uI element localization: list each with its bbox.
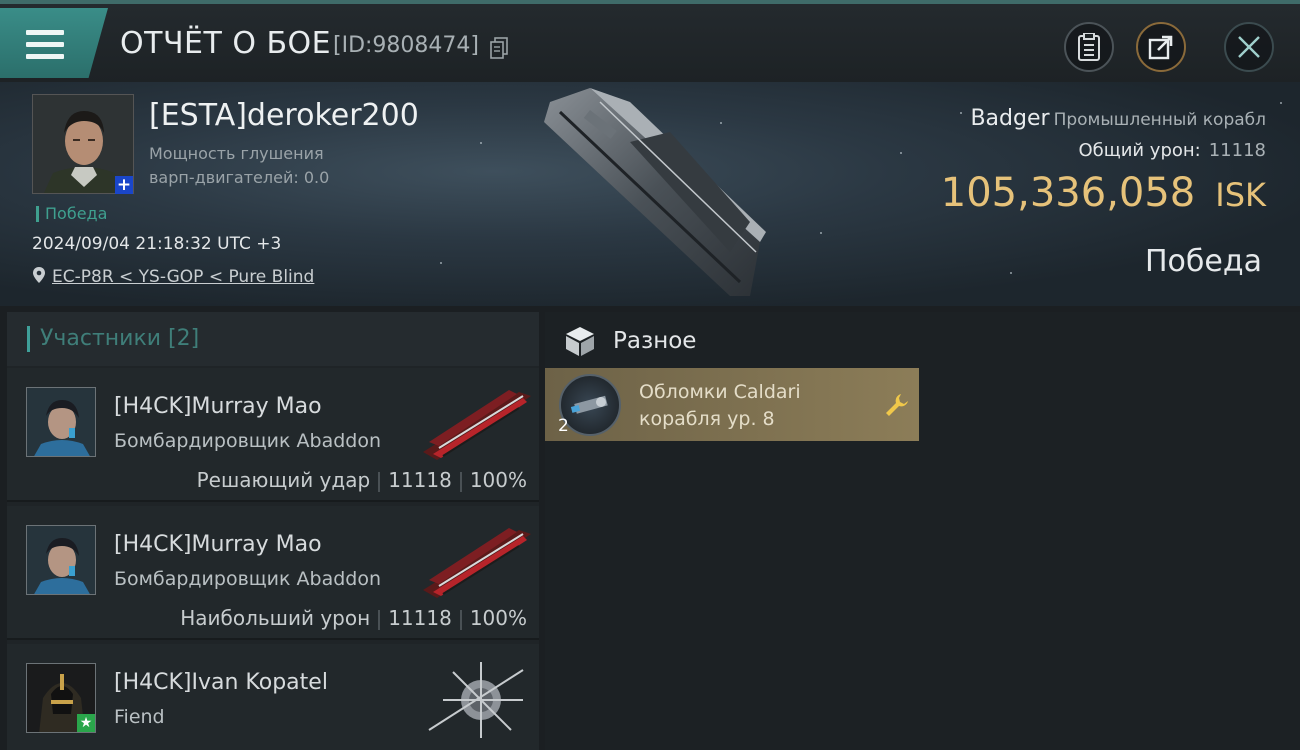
plus-badge-icon: + bbox=[115, 175, 133, 195]
participant-card[interactable]: [H4CK]Murray Mao Бомбардировщик Abaddon … bbox=[7, 368, 539, 502]
total-damage-value: 11118 bbox=[1208, 140, 1266, 161]
participant-damage: 11118 bbox=[388, 606, 452, 630]
copy-icon[interactable] bbox=[490, 37, 508, 59]
total-damage: Общий урон: 11118 bbox=[1078, 140, 1266, 161]
participant-ship-image bbox=[428, 662, 524, 738]
participant-percent: 100% bbox=[469, 606, 527, 630]
close-icon bbox=[1238, 36, 1260, 58]
victim-ship-name[interactable]: Badger bbox=[970, 106, 1049, 131]
participants-header: Участники [2] bbox=[7, 312, 539, 366]
jam-strength-label: Мощность глушения bbox=[149, 144, 324, 163]
menu-button[interactable] bbox=[0, 8, 108, 78]
participant-role: Решающий удар bbox=[196, 468, 371, 492]
wrench-icon[interactable] bbox=[883, 392, 909, 418]
share-icon bbox=[1148, 35, 1173, 60]
participant-avatar[interactable] bbox=[26, 387, 96, 457]
isk-amount: 105,336,058 bbox=[940, 170, 1196, 216]
hamburger-menu-icon bbox=[26, 30, 64, 60]
loot-item-name-line2: корабля ур. 8 bbox=[639, 408, 775, 430]
participant-ship-image bbox=[423, 528, 531, 598]
participant-damage: 11118 bbox=[388, 468, 452, 492]
close-button[interactable] bbox=[1224, 22, 1274, 72]
loot-item-quantity: 2 bbox=[558, 416, 569, 436]
participant-avatar[interactable] bbox=[26, 525, 96, 595]
misc-title: Разное bbox=[613, 328, 697, 354]
misc-panel: Разное 2 Обломки Caldari корабля ур. 8 bbox=[545, 312, 1300, 750]
star-badge-icon: ★ bbox=[77, 714, 95, 732]
isk-value: 105,336,058 ISK bbox=[941, 170, 1266, 216]
participant-ship-image bbox=[423, 390, 531, 460]
location-pin-icon bbox=[33, 267, 45, 283]
clipboard-icon bbox=[1078, 33, 1100, 61]
victim-ship: Badger Промышленный корабл bbox=[970, 106, 1266, 131]
participant-ship: Бомбардировщик Abaddon bbox=[114, 430, 382, 452]
top-bar: ОТЧЁТ О БОЕ [ID:9808474] bbox=[0, 0, 1300, 82]
clipboard-button[interactable] bbox=[1064, 22, 1114, 72]
victim-ship-class: Промышленный корабл bbox=[1053, 110, 1266, 130]
participant-name[interactable]: [H4CK]Murray Mao bbox=[114, 394, 322, 419]
participant-ship: Fiend bbox=[114, 706, 165, 728]
isk-currency: ISK bbox=[1215, 176, 1266, 214]
loot-item-name-line1: Обломки Caldari bbox=[639, 381, 801, 403]
kill-location[interactable]: EC-P8R < YS-GOP < Pure Blind bbox=[32, 266, 314, 287]
participant-stats: Наибольший урон 11118 100% bbox=[180, 606, 527, 630]
participant-card[interactable]: ★ [H4CK]Ivan Kopatel Fiend bbox=[7, 644, 539, 750]
result-label: Победа bbox=[1145, 244, 1262, 279]
participant-ship: Бомбардировщик Abaddon bbox=[114, 568, 382, 590]
page-title: ОТЧЁТ О БОЕ bbox=[120, 26, 332, 61]
location-link[interactable]: EC-P8R < YS-GOP < Pure Blind bbox=[52, 267, 314, 287]
participant-name[interactable]: [H4CK]Ivan Kopatel bbox=[114, 670, 328, 695]
participant-role: Наибольший урон bbox=[180, 606, 371, 630]
participant-percent: 100% bbox=[469, 468, 527, 492]
kill-summary: + [ESTA]deroker200 Мощность глушения вар… bbox=[0, 82, 1300, 306]
total-damage-label: Общий урон: bbox=[1078, 140, 1201, 161]
victim-name[interactable]: [ESTA]deroker200 bbox=[149, 98, 419, 133]
cargo-box-icon bbox=[566, 327, 594, 356]
participant-card[interactable]: [H4CK]Murray Mao Бомбардировщик Abaddon … bbox=[7, 506, 539, 640]
participant-stats: Решающий удар 11118 100% bbox=[197, 468, 527, 492]
kill-datetime: 2024/09/04 21:18:32 UTC +3 bbox=[32, 234, 282, 254]
loot-item[interactable]: 2 Обломки Caldari корабля ур. 8 bbox=[545, 368, 919, 441]
result-tag: Победа bbox=[36, 206, 107, 222]
victim-ship-image bbox=[544, 88, 766, 296]
participants-panel: Участники [2] [H4CK]Murray Mao Бомбардир… bbox=[7, 312, 539, 750]
jam-strength-value: варп-двигателей: 0.0 bbox=[149, 168, 330, 187]
share-button[interactable] bbox=[1136, 22, 1186, 72]
report-id: [ID:9808474] bbox=[333, 33, 479, 58]
participant-name[interactable]: [H4CK]Murray Mao bbox=[114, 532, 322, 557]
participants-title: Участники [2] bbox=[27, 326, 199, 352]
